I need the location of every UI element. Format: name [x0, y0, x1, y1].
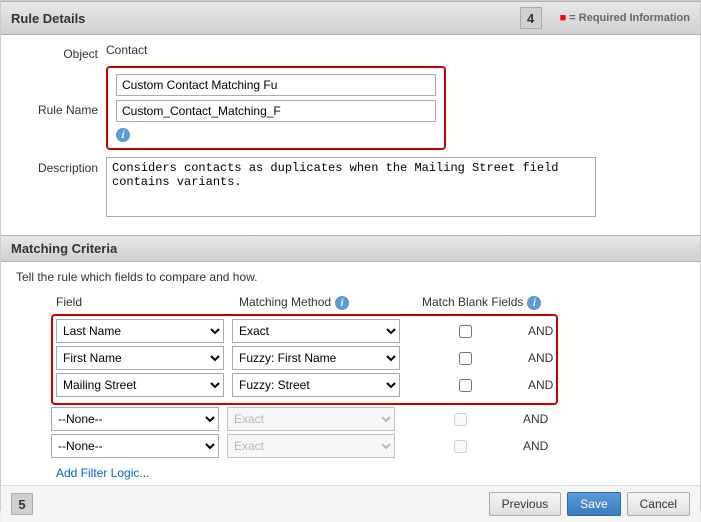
method-select-1[interactable]: Exact Fuzzy: First Name Fuzzy: Street [232, 319, 400, 343]
previous-button[interactable]: Previous [489, 492, 562, 516]
field-select-5[interactable]: --None-- Last Name First Name Mailing St… [51, 434, 219, 458]
criteria-row-2: First Name --None-- Last Name Mailing St… [56, 346, 553, 370]
blank-info-icon[interactable]: i [527, 296, 541, 310]
and-label-3: AND [528, 378, 553, 392]
rule-details-header: Rule Details 4 ■ = Required Information [1, 1, 700, 35]
field-header: Field [56, 295, 82, 309]
description-row: Description Considers contacts as duplic… [16, 157, 685, 220]
blank-check-1[interactable] [459, 325, 472, 338]
step-badge-4: 4 [520, 7, 542, 29]
rule-details-content: Object Contact Rule Name i De [1, 35, 700, 235]
field-select-1[interactable]: Last Name --None-- First Name Mailing St… [56, 319, 224, 343]
criteria-row-3: Mailing Street --None-- Last Name First … [56, 373, 553, 397]
rule-name-input[interactable] [116, 74, 436, 96]
and-label-2: AND [528, 351, 553, 365]
field-select-3[interactable]: Mailing Street --None-- Last Name First … [56, 373, 224, 397]
object-row: Object Contact [16, 43, 685, 61]
unique-name-info-icon[interactable]: i [116, 128, 130, 142]
footer: 5 Previous Save Cancel [1, 485, 700, 522]
rule-unique-name-group: i [106, 66, 446, 150]
blank-check-4[interactable] [454, 413, 467, 426]
add-filter-link[interactable]: Add Filter Logic... [56, 466, 149, 480]
blank-header: Match Blank Fields [422, 295, 523, 309]
object-value: Contact [106, 39, 147, 57]
blank-check-3[interactable] [459, 379, 472, 392]
and-label-5: AND [523, 439, 548, 453]
name-group-row: Rule Name i [16, 66, 685, 152]
method-info-icon[interactable]: i [335, 296, 349, 310]
method-select-5: Exact [227, 434, 395, 458]
method-header: Matching Method [239, 295, 331, 309]
criteria-table: Field Matching Method i Match Blank Fiel… [26, 294, 685, 480]
save-button[interactable]: Save [567, 492, 620, 516]
method-select-4: Exact [227, 407, 395, 431]
field-select-2[interactable]: First Name --None-- Last Name Mailing St… [56, 346, 224, 370]
matching-subtitle: Tell the rule which fields to compare an… [16, 270, 685, 284]
criteria-row-1: Last Name --None-- First Name Mailing St… [56, 319, 553, 343]
criteria-row-4: --None-- Last Name First Name Mailing St… [51, 407, 685, 431]
method-select-2[interactable]: Fuzzy: First Name Exact Fuzzy: Street [232, 346, 400, 370]
and-label-4: AND [523, 412, 548, 426]
and-label-1: AND [528, 324, 553, 338]
unique-name-input[interactable] [116, 100, 436, 122]
criteria-headers: Field Matching Method i Match Blank Fiel… [56, 294, 685, 310]
rule-details-title: Rule Details [11, 11, 85, 26]
required-info: ■ = Required Information [560, 12, 690, 24]
object-label: Object [16, 43, 106, 61]
footer-buttons: Previous Save Cancel [489, 492, 690, 516]
matching-criteria-content: Tell the rule which fields to compare an… [1, 262, 700, 485]
blank-check-5[interactable] [454, 440, 467, 453]
rule-name-label: Rule Name [16, 99, 106, 117]
criteria-row-5: --None-- Last Name First Name Mailing St… [51, 434, 685, 458]
matching-criteria-header: Matching Criteria [1, 235, 700, 262]
method-select-3[interactable]: Fuzzy: Street Exact Fuzzy: First Name [232, 373, 400, 397]
step-badge-5: 5 [11, 493, 33, 515]
blank-check-2[interactable] [459, 352, 472, 365]
highlighted-criteria-rows: Last Name --None-- First Name Mailing St… [51, 314, 558, 405]
description-label: Description [16, 157, 106, 175]
matching-criteria-title: Matching Criteria [11, 241, 117, 256]
field-select-4[interactable]: --None-- Last Name First Name Mailing St… [51, 407, 219, 431]
description-textarea[interactable]: Considers contacts as duplicates when th… [106, 157, 596, 217]
cancel-button[interactable]: Cancel [627, 492, 690, 516]
